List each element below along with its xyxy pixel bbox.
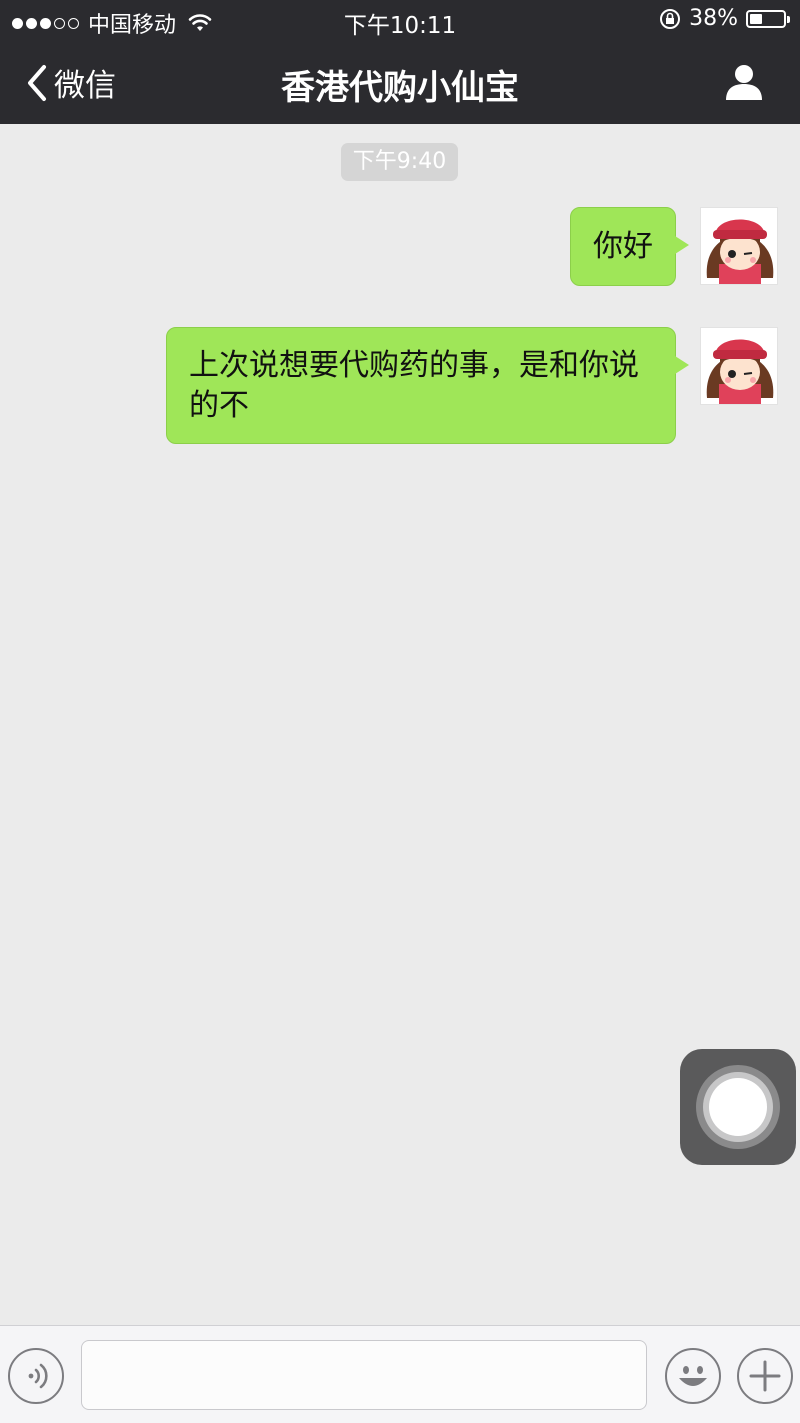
emoji-button[interactable]	[665, 1348, 721, 1404]
avatar-cartoon-girl	[701, 208, 777, 284]
chevron-left-icon	[28, 64, 46, 101]
chat-title: 香港代购小仙宝	[281, 68, 519, 108]
message-input[interactable]	[81, 1340, 647, 1410]
status-right: 38%	[659, 6, 790, 31]
status-bar: 中国移动 下午10:11 38%	[0, 0, 800, 40]
back-button[interactable]: 微信	[24, 60, 116, 105]
avatar[interactable]	[700, 327, 778, 405]
message-bubble[interactable]: 上次说想要代购药的事，是和你说的不	[166, 327, 689, 444]
plus-icon	[749, 1360, 781, 1392]
person-icon[interactable]	[724, 62, 764, 102]
voice-icon	[28, 1363, 48, 1389]
voice-button[interactable]	[8, 1348, 64, 1404]
avatar[interactable]	[700, 207, 778, 285]
battery-icon	[746, 9, 790, 28]
emoji-icon	[679, 1366, 707, 1386]
assistive-touch-button[interactable]	[680, 1049, 796, 1165]
assistive-touch-center	[709, 1078, 767, 1136]
input-bar	[0, 1325, 800, 1423]
orientation-lock-icon	[660, 8, 681, 29]
nav-bar: 微信 香港代购小仙宝	[0, 40, 800, 124]
battery-percent: 38%	[689, 6, 738, 31]
avatar-cartoon-girl	[701, 328, 777, 404]
battery-fill	[750, 13, 762, 24]
back-label: 微信	[54, 68, 116, 104]
message-timestamp: 下午9:40	[341, 143, 458, 181]
message-bubble[interactable]: 你好	[570, 207, 689, 286]
header: 中国移动 下午10:11 38% 微信 香港代购小仙宝	[0, 0, 800, 124]
more-button[interactable]	[737, 1348, 793, 1404]
